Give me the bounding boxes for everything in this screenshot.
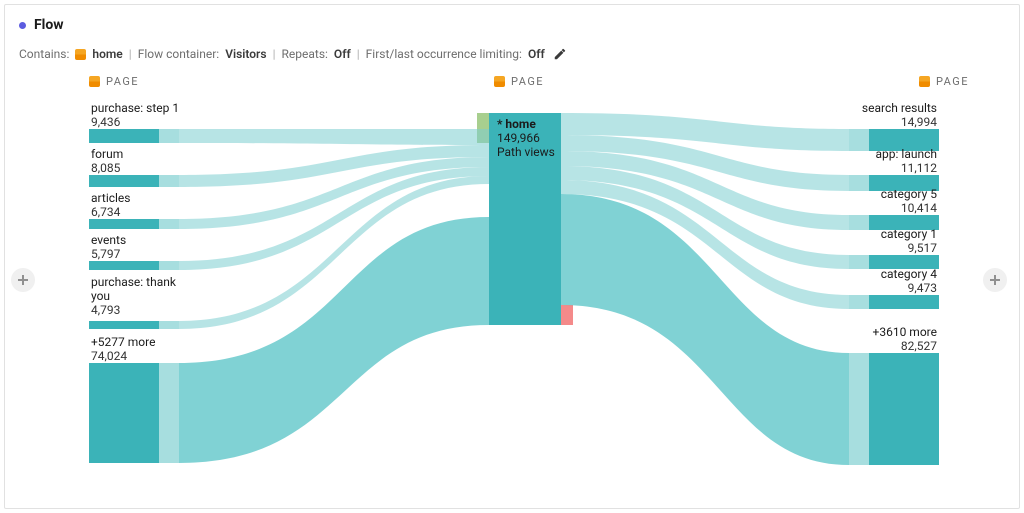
right-node[interactable] <box>869 175 939 191</box>
dimension-icon <box>919 76 930 87</box>
right-node-label: app: launch11,112 <box>876 147 937 175</box>
sankey-chart[interactable]: PAGE PAGE PAGE <box>19 75 999 485</box>
left-node-more[interactable] <box>89 363 159 463</box>
left-node[interactable] <box>89 129 159 143</box>
repeats-value: Off <box>334 47 351 61</box>
limiting-value: Off <box>528 47 545 61</box>
center-node-label: * home 149,966 Path views <box>497 117 559 159</box>
limiting-label: First/last occurrence limiting: <box>366 47 522 61</box>
right-node[interactable] <box>869 255 939 269</box>
edit-settings-button[interactable] <box>553 47 567 61</box>
right-node-more[interactable] <box>869 353 939 465</box>
contains-label: Contains: <box>19 47 69 61</box>
panel-status-dot <box>19 22 26 29</box>
left-node-label: events5,797 <box>91 233 126 261</box>
right-node-label: search results14,994 <box>862 101 937 129</box>
flow-meta-row: Contains: home | Flow container: Visitor… <box>19 47 1005 61</box>
left-node-label: purchase: thank you4,793 <box>91 275 181 317</box>
center-column-header: PAGE <box>494 75 544 88</box>
left-column-header: PAGE <box>89 75 139 88</box>
exit-marker <box>561 305 573 325</box>
right-node-label: category 49,473 <box>881 267 937 295</box>
left-node-label: articles6,734 <box>91 191 131 219</box>
contains-value: home <box>92 47 122 61</box>
right-node-label: +3610 more82,527 <box>873 325 937 353</box>
left-node[interactable] <box>89 321 159 329</box>
right-column-header: PAGE <box>919 75 969 88</box>
left-node[interactable] <box>89 175 159 187</box>
container-label: Flow container: <box>138 47 219 61</box>
dimension-icon <box>75 49 86 60</box>
left-node-label: +5277 more74,024 <box>91 335 155 363</box>
right-node[interactable] <box>869 295 939 309</box>
dimension-icon <box>89 76 100 87</box>
left-node[interactable] <box>89 219 159 229</box>
flow-panel: Flow Contains: home | Flow container: Vi… <box>4 4 1020 509</box>
right-node[interactable] <box>869 215 939 230</box>
dimension-icon <box>494 76 505 87</box>
left-node-label: purchase: step 19,436 <box>91 101 179 129</box>
right-node-label: category 510,414 <box>881 187 937 215</box>
panel-header: Flow <box>19 17 1005 33</box>
repeats-label: Repeats: <box>282 47 328 61</box>
panel-title: Flow <box>34 17 64 33</box>
container-value: Visitors <box>225 47 266 61</box>
left-node-label: forum8,085 <box>91 147 123 175</box>
left-node[interactable] <box>89 261 159 270</box>
add-left-column-button[interactable] <box>11 268 35 292</box>
entry-marker <box>477 113 489 143</box>
right-node-label: category 19,517 <box>881 227 937 255</box>
add-right-column-button[interactable] <box>983 268 1007 292</box>
right-node[interactable] <box>869 129 939 151</box>
